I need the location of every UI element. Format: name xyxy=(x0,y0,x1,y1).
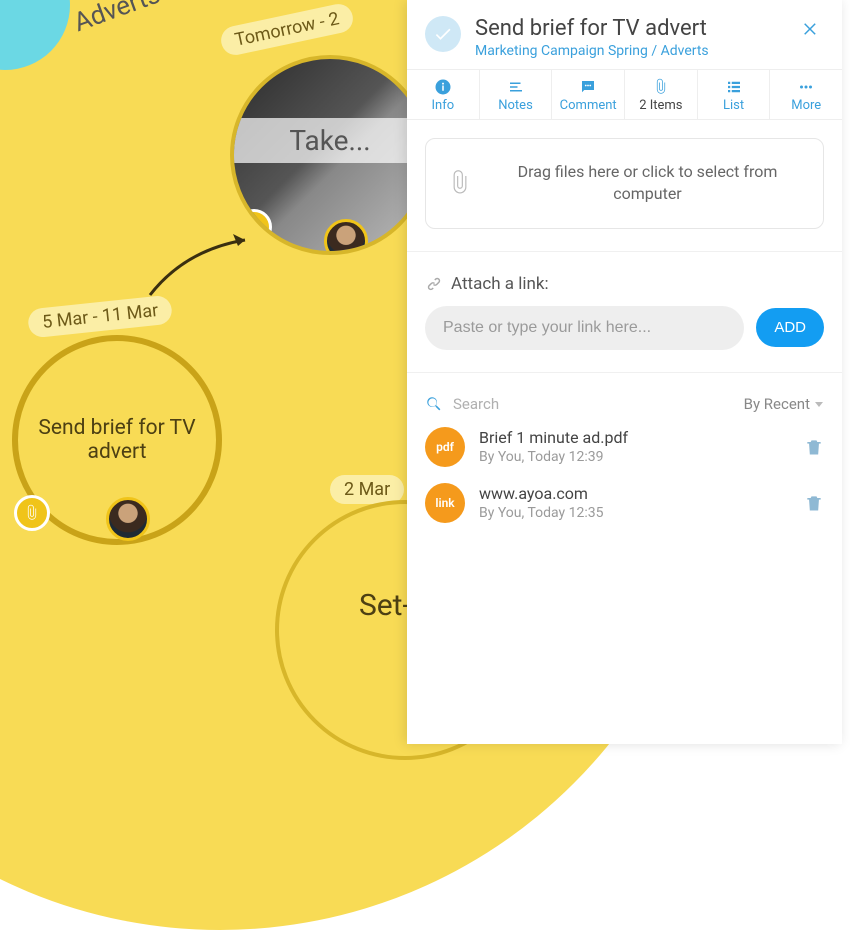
close-button[interactable] xyxy=(798,16,824,46)
notes-icon xyxy=(507,78,525,96)
file-type-badge: pdf xyxy=(425,427,465,467)
dependency-arrow xyxy=(145,230,265,300)
attach-link-text: Attach a link: xyxy=(451,274,549,294)
file-dropzone[interactable]: Drag files here or click to select from … xyxy=(425,138,824,229)
comment-icon xyxy=(579,78,597,96)
chevron-down-icon xyxy=(814,399,824,409)
more-icon xyxy=(797,78,815,96)
task-node-brief-title: Send brief for TV advert xyxy=(18,416,216,464)
complete-toggle[interactable] xyxy=(425,16,461,52)
tab-info[interactable]: Info xyxy=(407,70,480,119)
divider xyxy=(407,372,842,373)
task-node-brief[interactable]: Send brief for TV advert xyxy=(12,335,222,545)
panel-title: Send brief for TV advert xyxy=(475,16,784,41)
file-name: Brief 1 minute ad.pdf xyxy=(479,428,790,447)
tab-comment[interactable]: Comment xyxy=(552,70,625,119)
delete-button[interactable] xyxy=(804,436,824,458)
attachment-row[interactable]: link www.ayoa.com By You, Today 12:35 xyxy=(425,483,824,523)
dropzone-text: Drag files here or click to select from … xyxy=(492,161,803,206)
search-input[interactable]: Search xyxy=(453,395,734,413)
task-node-take-title: Take... xyxy=(234,118,426,163)
file-name: www.ayoa.com xyxy=(479,484,790,503)
tab-label: More xyxy=(791,98,821,113)
tab-notes[interactable]: Notes xyxy=(480,70,553,119)
link-input[interactable] xyxy=(425,306,744,350)
add-link-button[interactable]: ADD xyxy=(756,308,824,347)
paperclip-icon xyxy=(23,504,41,522)
divider xyxy=(407,251,842,252)
search-icon[interactable] xyxy=(425,395,443,413)
info-icon xyxy=(434,78,452,96)
tab-label: Comment xyxy=(560,98,617,113)
panel-tabs: Info Notes Comment 2 Items List More xyxy=(407,69,842,120)
paperclip-icon xyxy=(652,78,670,96)
panel-header: Send brief for TV advert Marketing Campa… xyxy=(407,0,842,69)
tab-label: Notes xyxy=(498,98,533,113)
file-meta: By You, Today 12:39 xyxy=(479,449,790,465)
paperclip-icon xyxy=(446,169,474,197)
sort-label: By Recent xyxy=(744,395,810,413)
assignee-avatar[interactable] xyxy=(324,219,368,255)
assignee-avatar[interactable] xyxy=(106,497,150,541)
file-type-badge: link xyxy=(425,483,465,523)
breadcrumb[interactable]: Marketing Campaign Spring / Adverts xyxy=(475,43,784,59)
sort-dropdown[interactable]: By Recent xyxy=(744,395,824,413)
tab-list[interactable]: List xyxy=(698,70,771,119)
attach-link-label: Attach a link: xyxy=(425,274,824,294)
link-icon xyxy=(425,275,443,293)
attachment-row[interactable]: pdf Brief 1 minute ad.pdf By You, Today … xyxy=(425,427,824,467)
tab-more[interactable]: More xyxy=(770,70,842,119)
panel-body: Drag files here or click to select from … xyxy=(407,120,842,744)
tab-label: List xyxy=(723,98,744,113)
tab-label: Info xyxy=(432,98,455,113)
tab-attachments[interactable]: 2 Items xyxy=(625,70,698,119)
file-meta: By You, Today 12:35 xyxy=(479,505,790,521)
task-detail-panel: Send brief for TV advert Marketing Campa… xyxy=(407,0,842,744)
attachment-badge[interactable] xyxy=(14,495,50,531)
list-icon xyxy=(725,78,743,96)
attachment-list: pdf Brief 1 minute ad.pdf By You, Today … xyxy=(425,427,824,523)
tab-label: 2 Items xyxy=(639,98,682,113)
task-node-take[interactable]: Take... xyxy=(230,55,430,255)
delete-button[interactable] xyxy=(804,492,824,514)
check-icon xyxy=(433,24,453,44)
close-icon xyxy=(802,20,820,38)
